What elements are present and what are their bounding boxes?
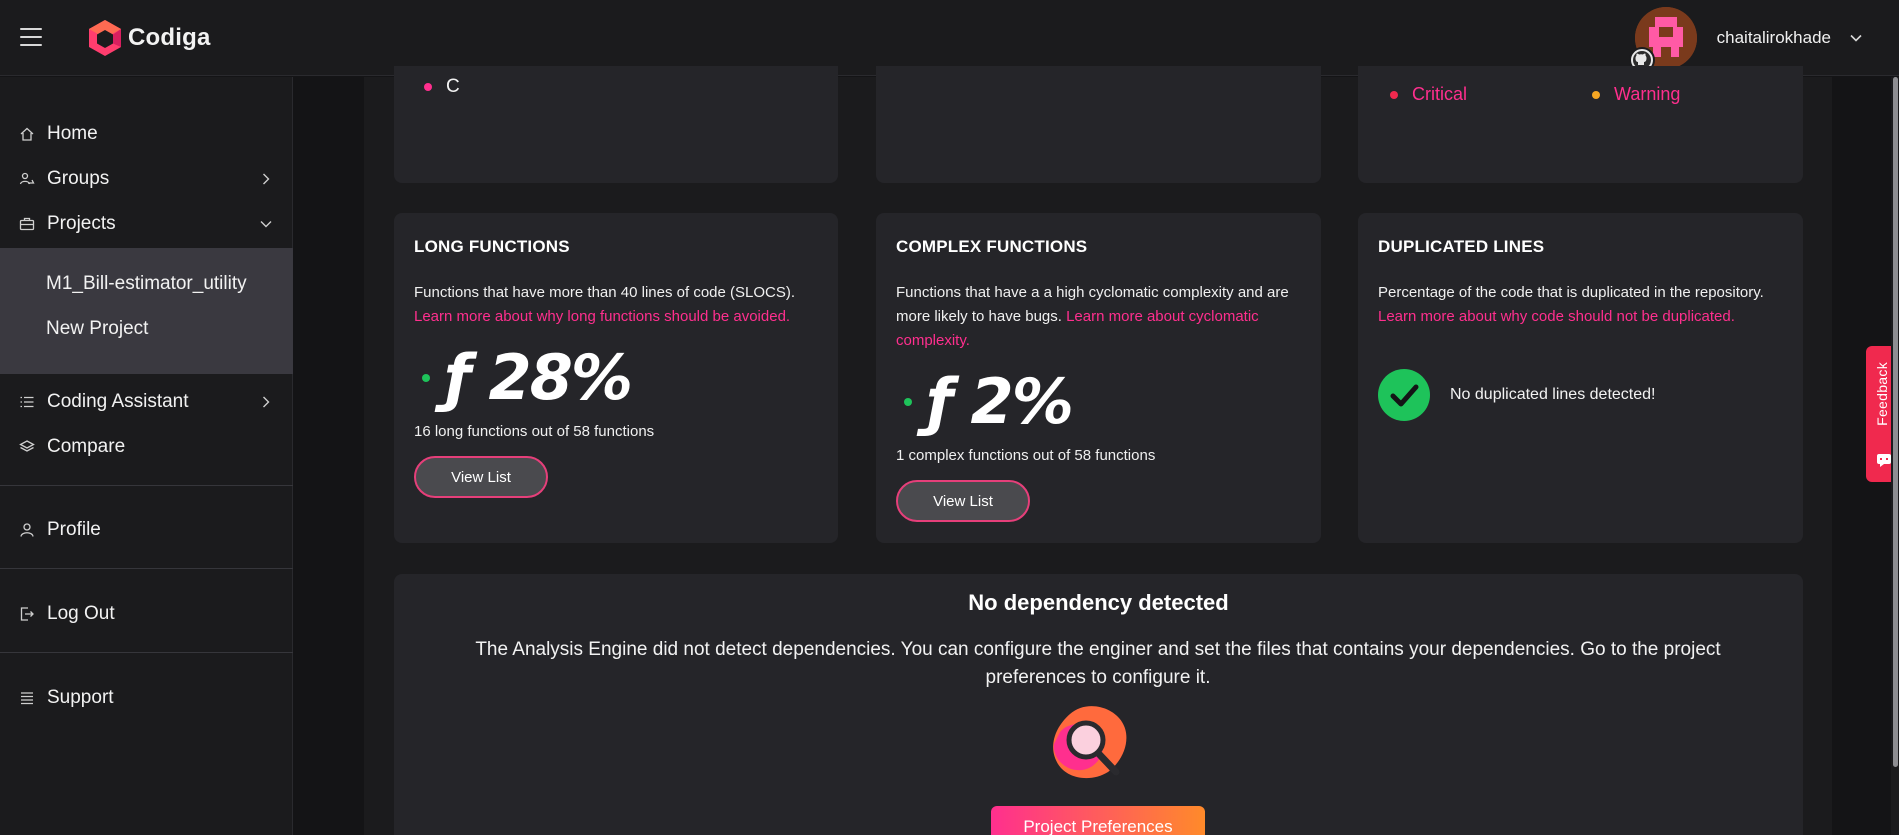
card-title: LONG FUNCTIONS (414, 237, 570, 256)
view-list-button[interactable]: View List (896, 480, 1030, 522)
sidebar-item-support[interactable]: Support (0, 678, 293, 718)
language-dot (424, 83, 432, 91)
critical-dot (1390, 90, 1398, 99)
overview-card (876, 66, 1321, 183)
sidebar-item-groups[interactable]: Groups (0, 159, 293, 199)
username: chaitalirokhade (1716, 28, 1831, 47)
feedback-label: Feedback (1874, 362, 1890, 426)
legend-critical-label: Critical (1412, 84, 1468, 104)
legend-warning: Warning (1592, 84, 1680, 105)
metric-summary: 16 long functions out of 58 functions (414, 423, 655, 440)
scrollbar-thumb[interactable] (1893, 77, 1898, 767)
codiga-logo-icon (89, 20, 121, 56)
sidebar-item-label: Home (47, 123, 98, 144)
long-functions-card: LONG FUNCTIONS Functions that have more … (394, 213, 838, 543)
user-icon (18, 521, 36, 539)
sidebar-item-profile[interactable]: Profile (0, 510, 293, 550)
chat-icon (1877, 454, 1891, 467)
status-text: No duplicated lines detected! (1450, 386, 1656, 403)
sidebar-item-label: Coding Assistant (47, 391, 189, 412)
languages-card: C (394, 66, 838, 183)
sidebar-divider (0, 485, 293, 486)
check-circle-icon (1378, 369, 1430, 421)
card-description: Functions that have a a high cyclomatic … (896, 281, 1296, 353)
magnifier-search-icon (1053, 706, 1127, 779)
chevron-right-icon (263, 173, 270, 185)
dependencies-panel: No dependency detected The Analysis Engi… (394, 574, 1803, 835)
user-menu[interactable]: chaitalirokhade (1628, 7, 1863, 73)
card-title: DUPLICATED LINES (1378, 237, 1545, 256)
sidebar-item-compare[interactable]: Compare (0, 427, 293, 467)
learn-more-link[interactable]: Learn more about why long functions shou… (414, 308, 790, 325)
language-label: C (446, 76, 460, 97)
new-project-link[interactable]: New Project (46, 318, 148, 340)
metric-value: ƒ 2% (926, 365, 1074, 438)
duplication-status: No duplicated lines detected! (1378, 369, 1655, 421)
logout-icon (18, 605, 36, 623)
view-list-button[interactable]: View List (414, 456, 548, 498)
layers-icon (18, 438, 36, 456)
sidebar: Home Groups Projects M1_Bill-estimator_u… (0, 77, 293, 835)
violations-card: Critical Warning (1358, 66, 1803, 183)
project-link[interactable]: M1_Bill-estimator_utility (46, 273, 247, 295)
legend-warning-label: Warning (1614, 84, 1681, 104)
app-logo[interactable]: Codiga (86, 18, 211, 58)
metric-value: ƒ 28% (444, 341, 633, 414)
complex-functions-card: COMPLEX FUNCTIONS Functions that have a … (876, 213, 1321, 543)
long-functions-metric: ƒ 28% (422, 341, 633, 414)
sidebar-divider (0, 568, 293, 569)
complex-functions-metric: ƒ 2% (904, 365, 1074, 438)
sidebar-divider (0, 652, 293, 653)
home-icon (18, 125, 36, 143)
app-name: Codiga (128, 24, 211, 51)
menu-lines-icon (18, 689, 36, 707)
metric-summary: 1 complex functions out of 58 functions (896, 447, 1156, 464)
sidebar-item-label: Log Out (47, 603, 115, 624)
list-icon (18, 393, 36, 411)
status-dot (422, 373, 430, 382)
card-title: COMPLEX FUNCTIONS (896, 237, 1088, 256)
sidebar-item-label: Compare (47, 436, 126, 457)
projects-submenu: M1_Bill-estimator_utility New Project (0, 248, 293, 374)
briefcase-icon (18, 215, 36, 233)
sidebar-item-label: Support (47, 687, 114, 708)
project-preferences-button[interactable]: Project Preferences (991, 806, 1205, 835)
learn-more-link[interactable]: Learn more about why code should not be … (1378, 308, 1735, 325)
description-text: Functions that have more than 40 lines o… (414, 284, 796, 301)
dependencies-description: The Analysis Engine did not detect depen… (475, 639, 1721, 688)
avatar[interactable] (1628, 7, 1697, 73)
warning-dot (1592, 90, 1600, 99)
hamburger-menu-icon[interactable] (20, 28, 42, 48)
sidebar-item-home[interactable]: Home (0, 114, 293, 154)
sidebar-item-projects[interactable]: Projects (0, 204, 293, 244)
top-bar: Codiga chaitalirokhade (0, 0, 1899, 76)
sidebar-item-logout[interactable]: Log Out (0, 594, 293, 634)
card-description: Functions that have more than 40 lines o… (414, 281, 824, 329)
sidebar-item-label: Profile (47, 519, 101, 540)
description-text: Percentage of the code that is duplicate… (1378, 284, 1764, 301)
sidebar-item-label: Groups (47, 168, 110, 189)
chevron-right-icon (263, 396, 270, 408)
language-item: C (424, 76, 460, 98)
duplicated-lines-card: DUPLICATED LINES Percentage of the code … (1358, 213, 1803, 543)
chevron-down-icon[interactable] (1849, 31, 1863, 45)
status-dot (904, 397, 912, 406)
sidebar-item-coding-assistant[interactable]: Coding Assistant (0, 382, 293, 422)
groups-icon (18, 170, 36, 188)
chevron-down-icon (260, 221, 272, 228)
legend-critical: Critical (1390, 84, 1467, 105)
sidebar-item-label: Projects (47, 213, 116, 234)
dependencies-title: No dependency detected (968, 590, 1229, 615)
card-description: Percentage of the code that is duplicate… (1378, 281, 1778, 329)
